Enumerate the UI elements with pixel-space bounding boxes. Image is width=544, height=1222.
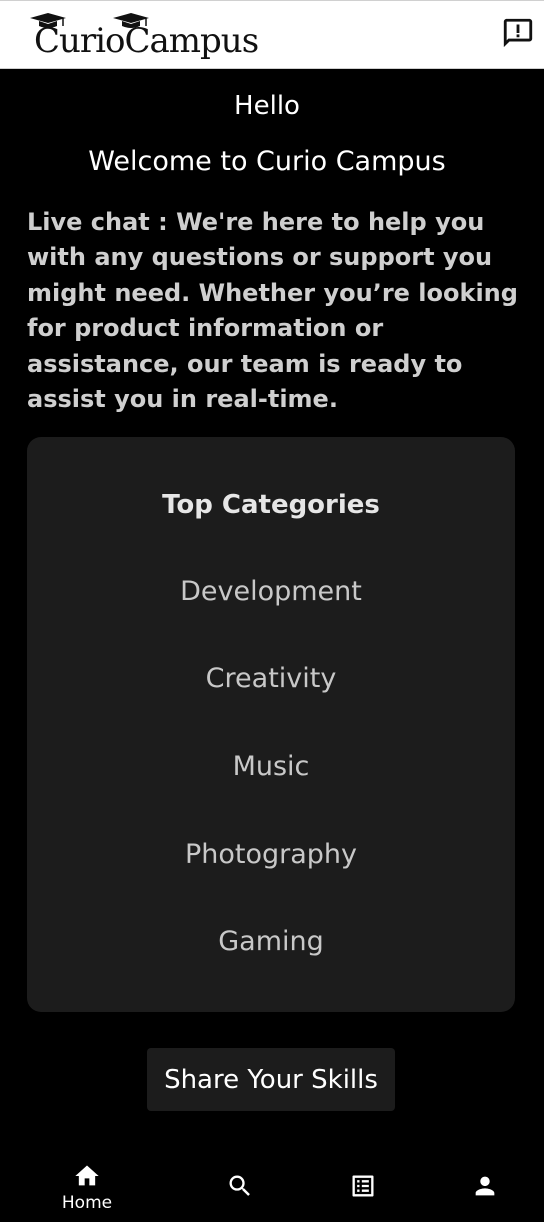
- search-icon: [229, 1175, 250, 1196]
- app-screen: CurioCampus Hello Welcome to Curio Campu…: [0, 0, 544, 1222]
- nav-home-label: Home: [61, 1193, 113, 1213]
- nav-profile[interactable]: [435, 1150, 535, 1222]
- app-header: CurioCampus: [0, 0, 544, 69]
- home-icon: [75, 1165, 99, 1186]
- nav-list[interactable]: [313, 1150, 413, 1222]
- live-chat-description: Live chat : We're here to help you with …: [27, 208, 518, 414]
- category-gaming[interactable]: Gaming: [27, 922, 515, 962]
- category-development[interactable]: Development: [27, 572, 515, 612]
- category-creativity[interactable]: Creativity: [27, 659, 515, 699]
- category-music[interactable]: Music: [27, 747, 515, 787]
- logo-text: CurioCampus: [34, 21, 259, 61]
- top-categories-card: Top Categories Development Creativity Mu…: [27, 437, 515, 1012]
- top-categories-title: Top Categories: [162, 490, 380, 520]
- feedback-button[interactable]: [500, 15, 536, 51]
- category-photography[interactable]: Photography: [27, 835, 515, 875]
- list-icon: [352, 1175, 374, 1197]
- share-your-skills-button[interactable]: Share Your Skills: [147, 1048, 395, 1111]
- nav-search[interactable]: [190, 1150, 290, 1222]
- feedback-icon: [503, 18, 533, 48]
- hello-greeting: Hello: [234, 91, 300, 121]
- person-icon: [475, 1176, 495, 1196]
- welcome-heading: Welcome to Curio Campus: [88, 146, 446, 177]
- bottom-navigation: Home: [0, 1150, 544, 1222]
- curio-campus-logo[interactable]: CurioCampus: [30, 13, 259, 61]
- nav-home[interactable]: Home: [37, 1150, 137, 1222]
